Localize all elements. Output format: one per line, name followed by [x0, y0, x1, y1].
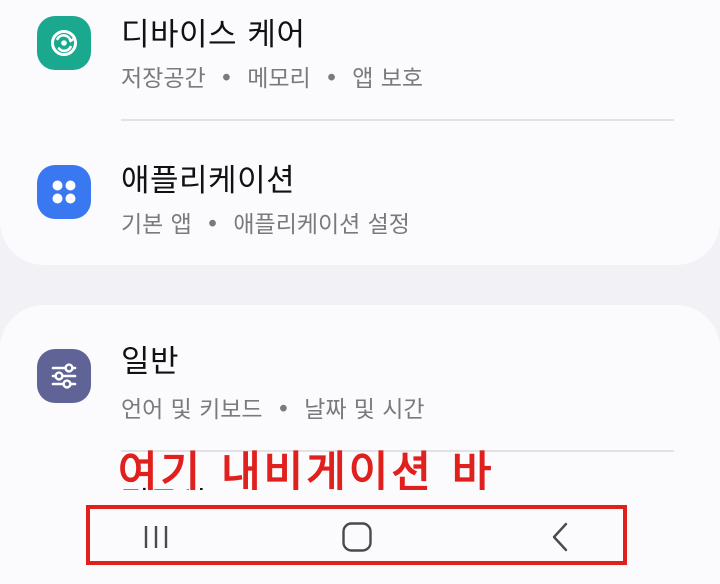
home-button[interactable] — [327, 515, 387, 559]
subtitle-separator: • — [219, 66, 234, 92]
recent-apps-button[interactable] — [126, 515, 186, 559]
settings-item-applications[interactable]: 애플리케이션 기본 앱 • 애플리케이션 설정 — [0, 121, 720, 261]
general-title: 일반 — [121, 344, 180, 380]
back-icon — [552, 522, 568, 552]
subtitle-part: 애플리케이션 설정 — [233, 212, 410, 238]
subtitle-part: 저장공간 — [121, 66, 206, 92]
applications-subtitle: 기본 앱 • 애플리케이션 설정 — [121, 205, 410, 239]
applications-title: 애플리케이션 — [121, 163, 296, 199]
subtitle-part: 언어 및 키보드 — [121, 397, 263, 423]
recent-apps-icon — [144, 526, 168, 548]
device-care-title: 디바이스 케어 — [121, 17, 306, 53]
sliders-icon — [37, 349, 91, 403]
apps-icon — [37, 165, 91, 219]
subtitle-part: 기본 앱 — [121, 212, 192, 238]
device-care-icon — [37, 16, 91, 70]
device-care-subtitle: 저장공간 • 메모리 • 앱 보호 — [121, 59, 423, 93]
home-icon — [342, 522, 372, 552]
subtitle-separator: • — [276, 397, 291, 423]
back-button[interactable] — [530, 515, 590, 559]
subtitle-separator: • — [324, 66, 339, 92]
general-subtitle: 언어 및 키보드 • 날짜 및 시간 — [121, 390, 425, 424]
subtitle-part: 메모리 — [247, 66, 311, 92]
subtitle-separator: • — [205, 212, 220, 238]
settings-item-general[interactable]: 일반 언어 및 키보드 • 날짜 및 시간 — [0, 320, 720, 448]
subtitle-part: 날짜 및 시간 — [304, 397, 425, 423]
settings-item-device-care[interactable]: 디바이스 케어 저장공간 • 메모리 • 앱 보호 — [0, 0, 720, 120]
subtitle-part: 앱 보호 — [352, 66, 424, 92]
